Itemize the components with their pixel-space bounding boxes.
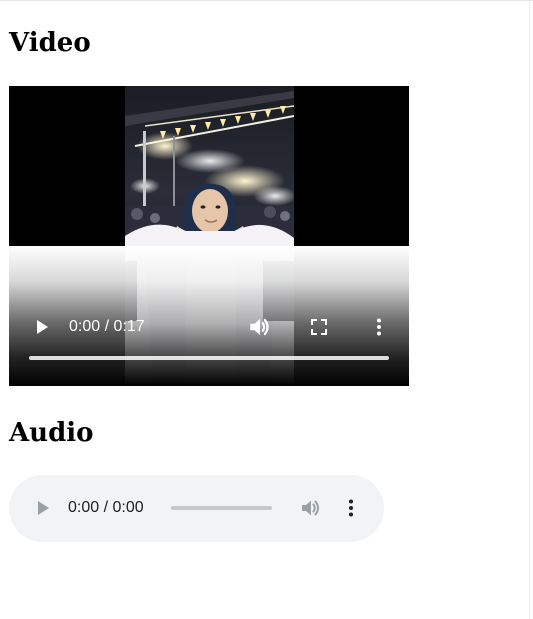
more-options-icon[interactable] [339,496,363,520]
video-player[interactable]: 0:00 / 0:17 [9,86,409,386]
page-top-border [0,0,533,1]
audio-time-display: 0:00 / 0:00 [68,499,144,516]
video-poster-image [125,86,294,386]
volume-icon[interactable] [247,314,273,340]
play-icon[interactable] [30,496,54,520]
play-icon[interactable] [29,315,53,339]
audio-progress-bar[interactable] [171,506,272,510]
fullscreen-icon[interactable] [307,315,331,339]
video-time-display: 0:00 / 0:17 [69,318,145,335]
video-progress-bar[interactable] [29,356,389,360]
page-right-border [529,0,530,619]
audio-player[interactable]: 0:00 / 0:00 [9,475,384,542]
video-section-heading: Video [9,28,91,58]
audio-section-heading: Audio [9,418,94,448]
volume-icon[interactable] [299,496,323,520]
more-options-icon[interactable] [367,315,391,339]
video-frame [125,86,294,386]
